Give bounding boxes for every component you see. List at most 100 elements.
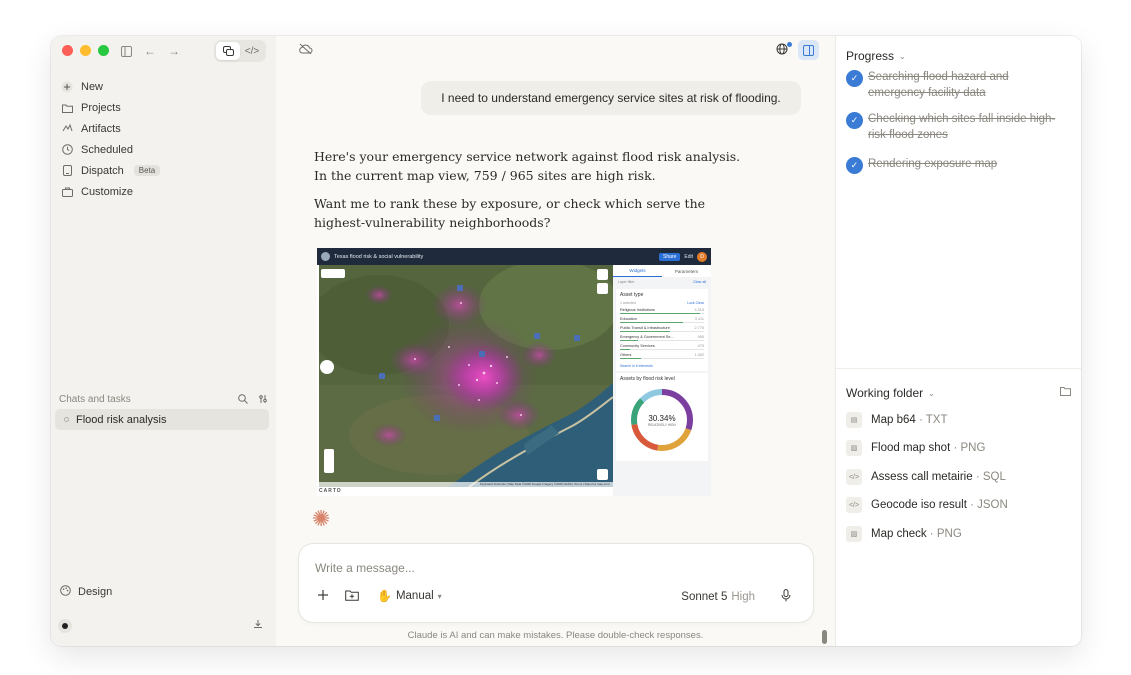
asset-type-bar-fill [620, 313, 700, 314]
asset-type-label: Public Transit & Infrastructure [620, 326, 670, 330]
asset-type-label: Community Services [620, 344, 655, 348]
file-item[interactable]: </> Assess call metairie · SQL [846, 469, 1006, 485]
file-name: Map b64 [871, 414, 916, 426]
sidebar-item-label: Scheduled [81, 143, 133, 156]
sidebar: ← → </> New Projects Artifacts Scheduled… [51, 36, 276, 646]
file-item[interactable]: ▤ Map b64 · TXT [846, 412, 948, 428]
right-panel: Progress ⌄ ✓ Searching flood hazard and … [835, 36, 1081, 646]
reply-paragraph: Here's your emergency service network ag… [314, 149, 741, 183]
asset-type-row: Public Transit & Infrastructure 2,775 [620, 326, 704, 330]
working-folder-title: Working folder [846, 386, 924, 400]
reply-paragraph: Want me to rank these by exposure, or ch… [314, 196, 706, 230]
add-folder-button[interactable] [345, 589, 359, 601]
asset-type-label: Religious Institutions [620, 308, 655, 312]
beta-badge: Beta [133, 165, 161, 176]
asset-type-widget: Asset type 1 selected Lock Clear Religio… [616, 289, 708, 371]
file-ext: JSON [977, 499, 1008, 511]
donut-center: 30.34% RELATIVELY HIGH [628, 386, 696, 454]
file-name: Map check [871, 528, 927, 540]
sidebar-item-dispatch[interactable]: Dispatch Beta [57, 160, 269, 181]
asset-type-bar-fill [620, 340, 639, 341]
file-item[interactable]: ▨ Map check · PNG [846, 526, 962, 542]
search-icon[interactable] [235, 391, 251, 407]
risk-donut-chart: 30.34% RELATIVELY HIGH [628, 386, 696, 454]
asset-type-title: Asset type [620, 292, 644, 298]
file-item[interactable]: ▨ Flood map shot · PNG [846, 440, 985, 456]
code-mode-icon[interactable]: </> [240, 42, 264, 60]
maximize-window-button[interactable] [98, 45, 109, 56]
asset-type-bar [620, 313, 704, 314]
map-widget-tabs: Widgets Parameters [613, 265, 711, 277]
file-ext: PNG [936, 528, 962, 540]
checkmark-icon: ✓ [846, 70, 863, 87]
tab-widgets: Widgets [613, 265, 662, 277]
map-screenshot[interactable]: Texas flood risk & social vulnerability … [317, 248, 711, 496]
open-folder-icon[interactable] [1060, 386, 1071, 399]
chevron-down-icon: ⌄ [928, 388, 935, 398]
checkmark-icon: ✓ [846, 157, 863, 174]
asset-type-label: Education [620, 317, 637, 321]
chevron-down-icon: ▾ [437, 591, 442, 601]
asset-type-bar-fill [620, 322, 683, 323]
minimize-window-button[interactable] [80, 45, 91, 56]
progress-step-text: Checking which sites fall inside high-ri… [868, 113, 1056, 141]
file-item[interactable]: </> Geocode iso result · JSON [846, 497, 1008, 513]
plus-icon [61, 81, 73, 93]
sidebar-nav: New Projects Artifacts Scheduled Dispatc… [57, 76, 269, 202]
cloud-off-icon[interactable] [298, 43, 313, 58]
back-arrow-icon[interactable]: ← [141, 42, 159, 60]
map-edit-button: Edit [684, 253, 693, 260]
add-attachment-button[interactable] [317, 589, 329, 601]
folder-plus-icon [345, 590, 359, 601]
asset-type-bar-fill [620, 331, 671, 332]
code-icon: </> [846, 469, 862, 485]
file-name: Geocode iso result [871, 499, 967, 511]
sidebar-item-projects[interactable]: Projects [57, 97, 269, 118]
side-panel-toggle-icon[interactable] [798, 40, 819, 60]
sidebar-item-label: Dispatch [81, 164, 124, 177]
download-icon[interactable] [253, 619, 263, 632]
checkmark-icon: ✓ [846, 112, 863, 129]
asset-type-bar [620, 340, 704, 341]
risk-level-widget: Assets by flood risk level 30.34% RELATI… [616, 373, 708, 461]
filter-icon[interactable] [255, 391, 271, 407]
mode-toggle: </> [214, 40, 266, 62]
asset-type-count: 2,775 [694, 326, 704, 330]
mode-selector[interactable]: ✋ Manual ▾ [377, 589, 442, 603]
asset-type-count: 3,411 [694, 317, 704, 321]
progress-step: ✓ Checking which sites fall inside high-… [846, 111, 1066, 143]
model-selector[interactable]: Sonnet 5 High [681, 591, 755, 603]
mode-label: Manual [395, 590, 434, 602]
sidebar-item-customize[interactable]: Customize [57, 181, 269, 202]
forward-arrow-icon[interactable]: → [165, 42, 183, 60]
asset-type-row: Emergency & Government Se... 965 [620, 335, 704, 339]
chats-heading: Chats and tasks [59, 393, 131, 405]
donut-label: RELATIVELY HIGH [648, 422, 676, 427]
message-input[interactable]: Write a message... [315, 561, 415, 575]
working-folder-header[interactable]: Working folder ⌄ [846, 386, 935, 400]
folder-icon [61, 102, 73, 114]
asset-type-bar [620, 322, 704, 323]
chat-item-flood-risk[interactable]: Flood risk analysis [55, 409, 269, 430]
asset-type-bar [620, 331, 704, 332]
notification-dot [787, 42, 792, 47]
sidebar-item-artifacts[interactable]: Artifacts [57, 118, 269, 139]
layer-filter-label: Layer filter [618, 280, 635, 284]
scrollbar-thumb[interactable] [822, 630, 827, 644]
asset-type-count: 1,062 [694, 353, 704, 357]
sidebar-item-scheduled[interactable]: Scheduled [57, 139, 269, 160]
design-button[interactable]: Design [60, 585, 112, 599]
chat-item-label: Flood risk analysis [76, 413, 167, 426]
progress-header[interactable]: Progress ⌄ [846, 49, 906, 63]
map-widgets-panel: Widgets Parameters Layer filter Clear al… [613, 265, 711, 496]
sidebar-item-label: New [81, 80, 104, 93]
close-window-button[interactable] [62, 45, 73, 56]
progress-step-text: Rendering exposure map [868, 158, 998, 170]
chat-mode-icon[interactable] [216, 42, 240, 60]
microphone-icon[interactable] [781, 589, 791, 605]
avatar[interactable] [58, 619, 72, 633]
sidebar-item-new[interactable]: New [57, 76, 269, 97]
search-elements-link: Search in 6 elements [620, 364, 653, 368]
map-app-logo [321, 252, 330, 261]
sidebar-toggle-icon[interactable] [117, 42, 135, 60]
